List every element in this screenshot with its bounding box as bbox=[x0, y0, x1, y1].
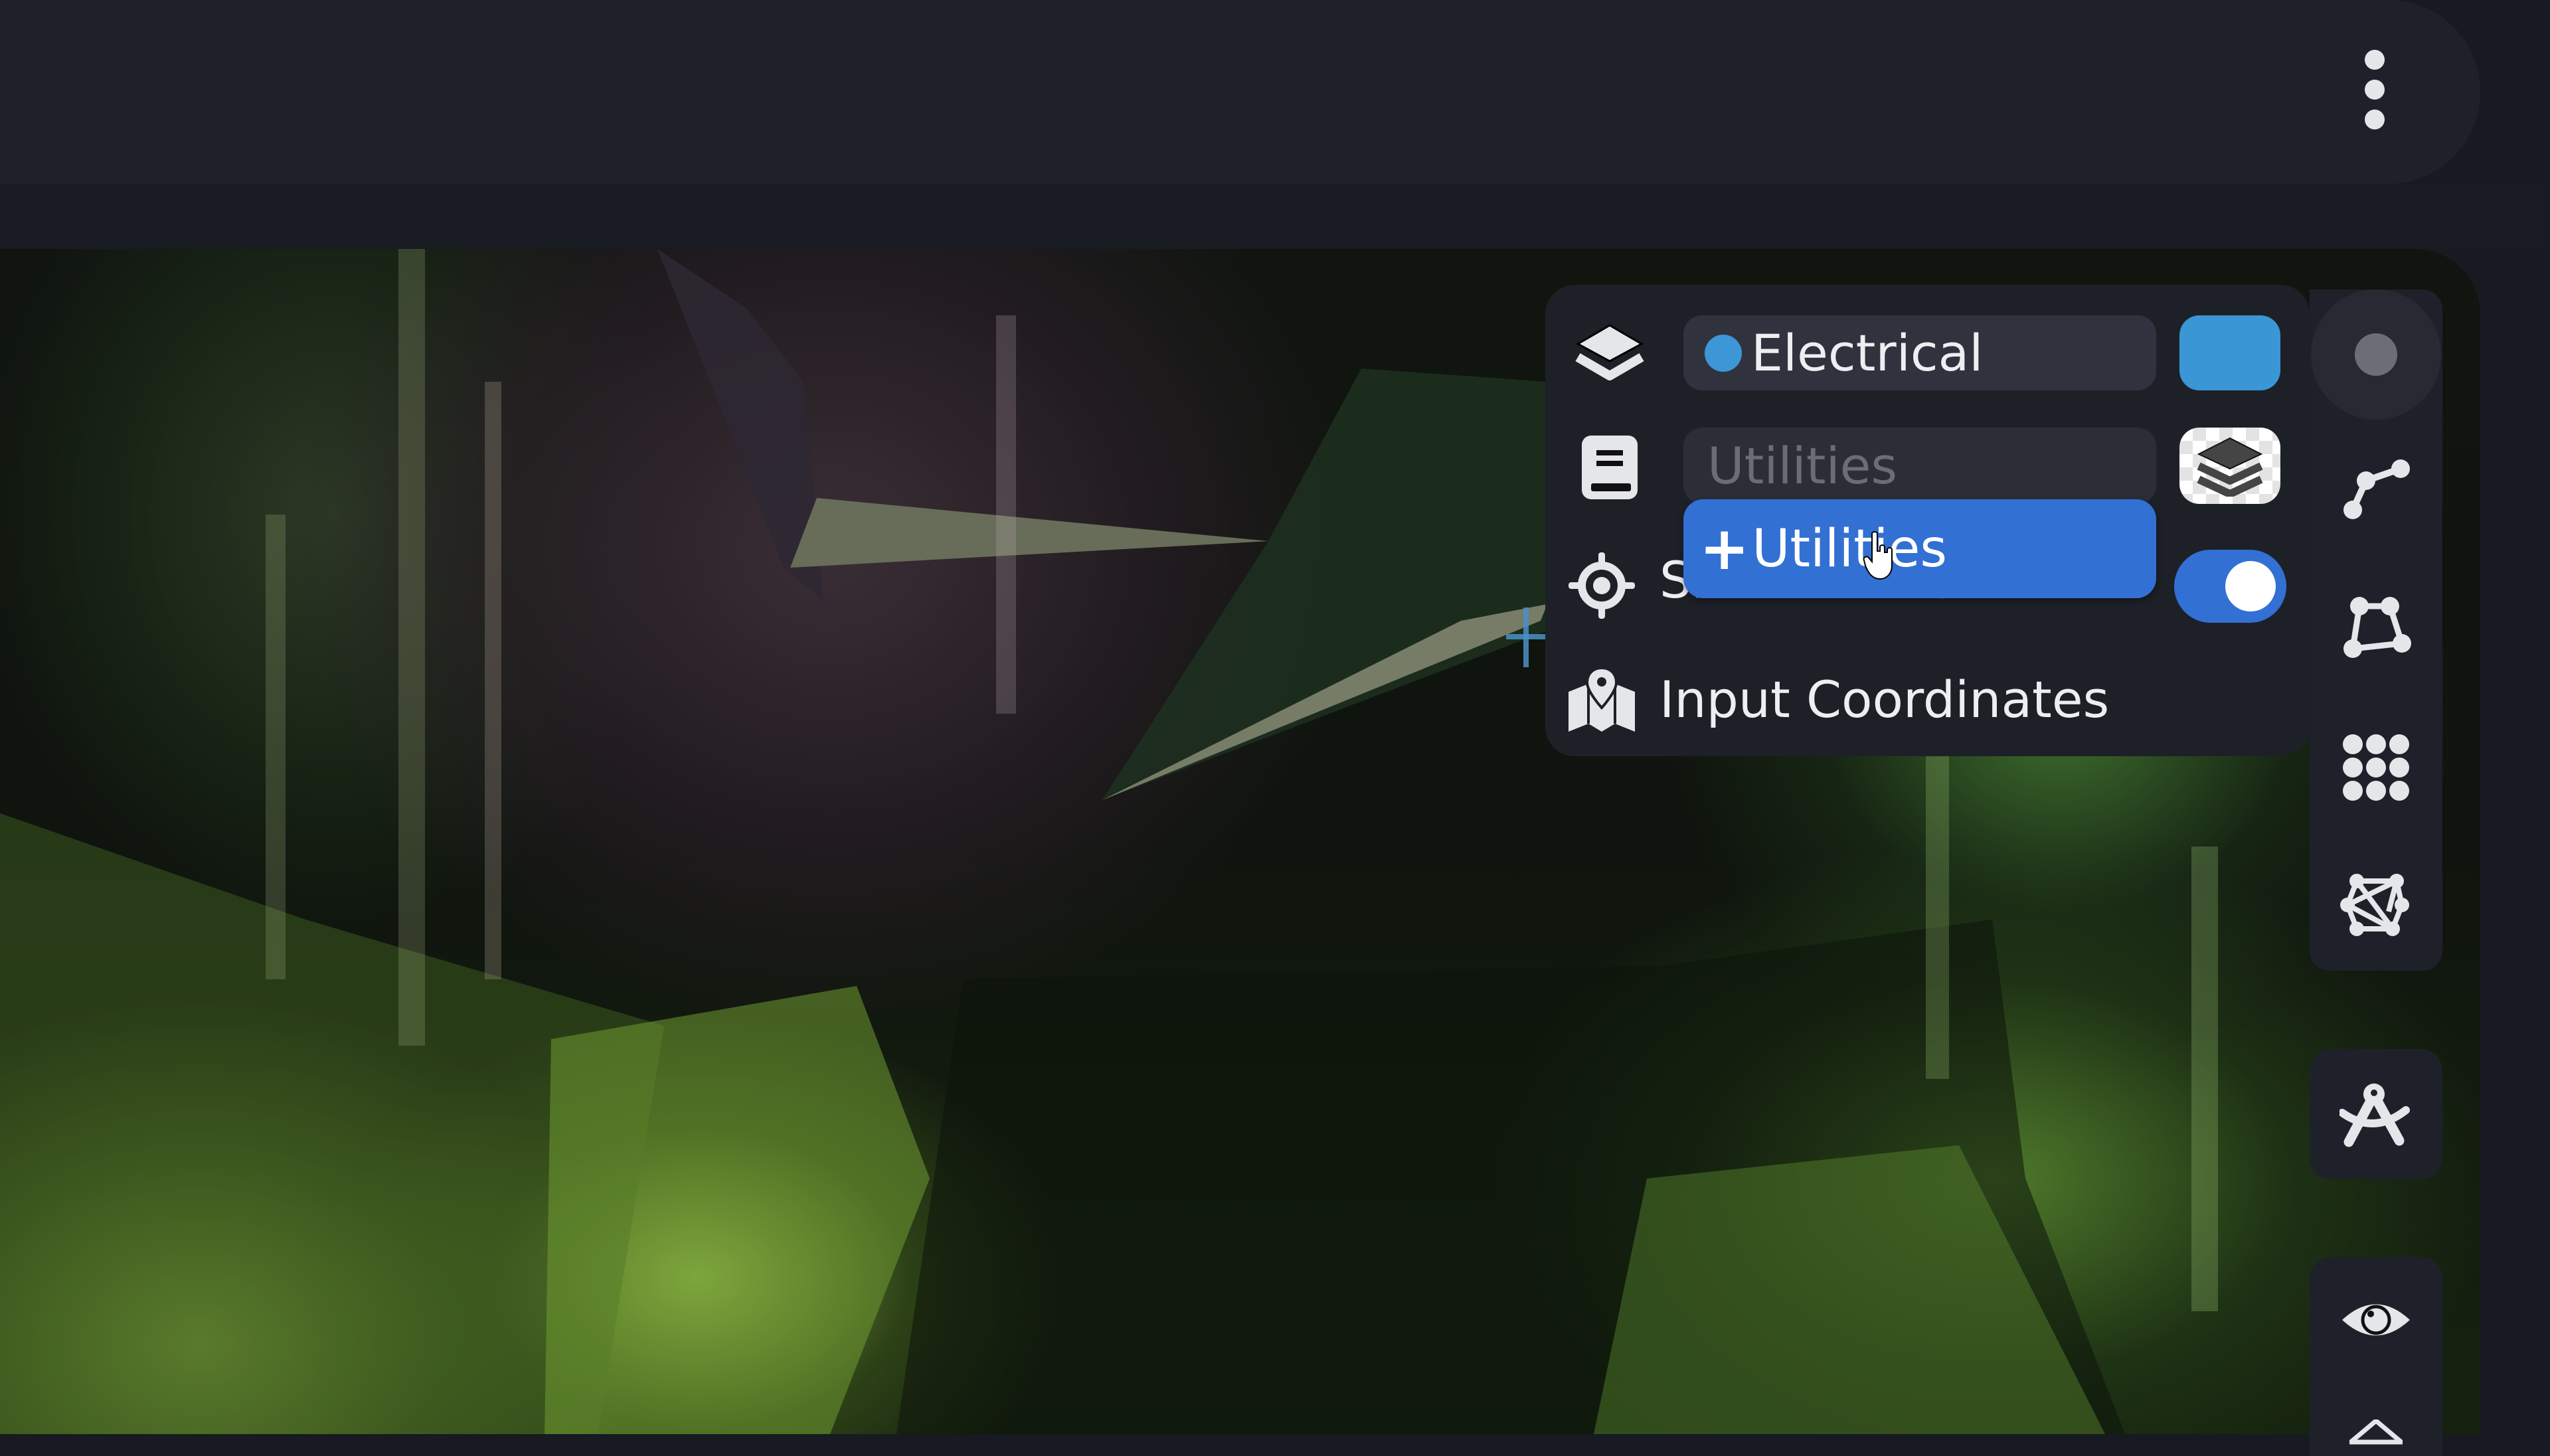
mesh-icon bbox=[2340, 874, 2409, 936]
more-menu-button[interactable] bbox=[2355, 50, 2395, 129]
top-strip bbox=[0, 184, 2550, 249]
suggestion-label: Utilities bbox=[1752, 519, 1947, 579]
streak bbox=[996, 315, 1016, 714]
mesh-face bbox=[545, 986, 930, 1434]
input-coordinates-button[interactable]: Input Coordinates bbox=[1659, 670, 2109, 729]
book-icon bbox=[1573, 431, 1646, 504]
tool-polygon[interactable] bbox=[2339, 593, 2413, 666]
show-coordinates-toggle[interactable] bbox=[2174, 550, 2286, 623]
tool-grid[interactable] bbox=[2339, 731, 2413, 804]
layer-color-swatch[interactable] bbox=[2179, 315, 2280, 390]
layers-icon bbox=[1573, 317, 1646, 390]
layer-color-dot bbox=[1705, 334, 1742, 372]
compass-drafting-icon bbox=[2339, 1084, 2410, 1147]
add-layer-suggestion[interactable]: + Utilities bbox=[1683, 499, 2156, 598]
map-pin-icon bbox=[1565, 663, 1638, 736]
layer-style-button[interactable] bbox=[2179, 428, 2280, 504]
stacked-layers-icon bbox=[2197, 437, 2263, 497]
layer-panel: Electrical Show Coordinates bbox=[1545, 285, 2310, 756]
new-layer-name-input[interactable] bbox=[1683, 428, 2156, 504]
streak bbox=[485, 382, 501, 979]
target-icon bbox=[1565, 549, 1638, 622]
grid-dots-icon bbox=[2343, 734, 2409, 801]
drawing-toolbar bbox=[2310, 289, 2442, 971]
polyline-icon bbox=[2343, 459, 2410, 519]
measure-button[interactable] bbox=[2310, 1049, 2442, 1179]
tool-point[interactable] bbox=[2311, 289, 2441, 420]
layer-diamond-icon[interactable] bbox=[2349, 1419, 2403, 1446]
mesh-face bbox=[790, 498, 1268, 568]
layer-select[interactable]: Electrical bbox=[1683, 315, 2156, 390]
dot-icon bbox=[2355, 333, 2397, 376]
layer-select-value: Electrical bbox=[1751, 323, 1984, 382]
streak bbox=[266, 515, 286, 979]
kebab-dot bbox=[2365, 80, 2385, 100]
crosshair-icon bbox=[1506, 607, 1546, 667]
toggle-knob bbox=[2225, 561, 2276, 611]
plus-icon: + bbox=[1699, 513, 1750, 584]
polygon-icon bbox=[2343, 597, 2411, 658]
eye-icon bbox=[2342, 1304, 2410, 1336]
visibility-button[interactable] bbox=[2339, 1283, 2413, 1356]
streak bbox=[398, 249, 425, 1046]
hand-cursor-icon bbox=[1863, 531, 1893, 580]
streak bbox=[2191, 847, 2218, 1311]
kebab-dot bbox=[2365, 50, 2385, 70]
kebab-dot bbox=[2365, 110, 2385, 129]
mesh-face bbox=[1102, 368, 1547, 800]
tool-line[interactable] bbox=[2339, 451, 2413, 525]
visibility-panel bbox=[2310, 1257, 2442, 1456]
tool-mesh[interactable] bbox=[2339, 868, 2413, 941]
top-bar bbox=[0, 0, 2480, 184]
